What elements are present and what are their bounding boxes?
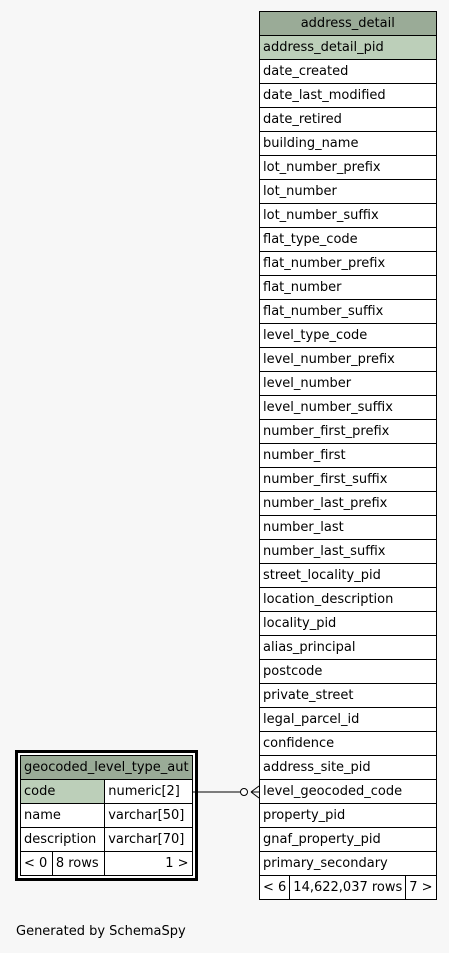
zero-optional-marker	[240, 788, 248, 796]
generated-by-footer: Generated by SchemaSpy	[16, 924, 186, 939]
relationship-connector	[192, 785, 260, 799]
crows-foot-lower	[250, 791, 260, 799]
crows-foot-upper	[250, 785, 260, 793]
